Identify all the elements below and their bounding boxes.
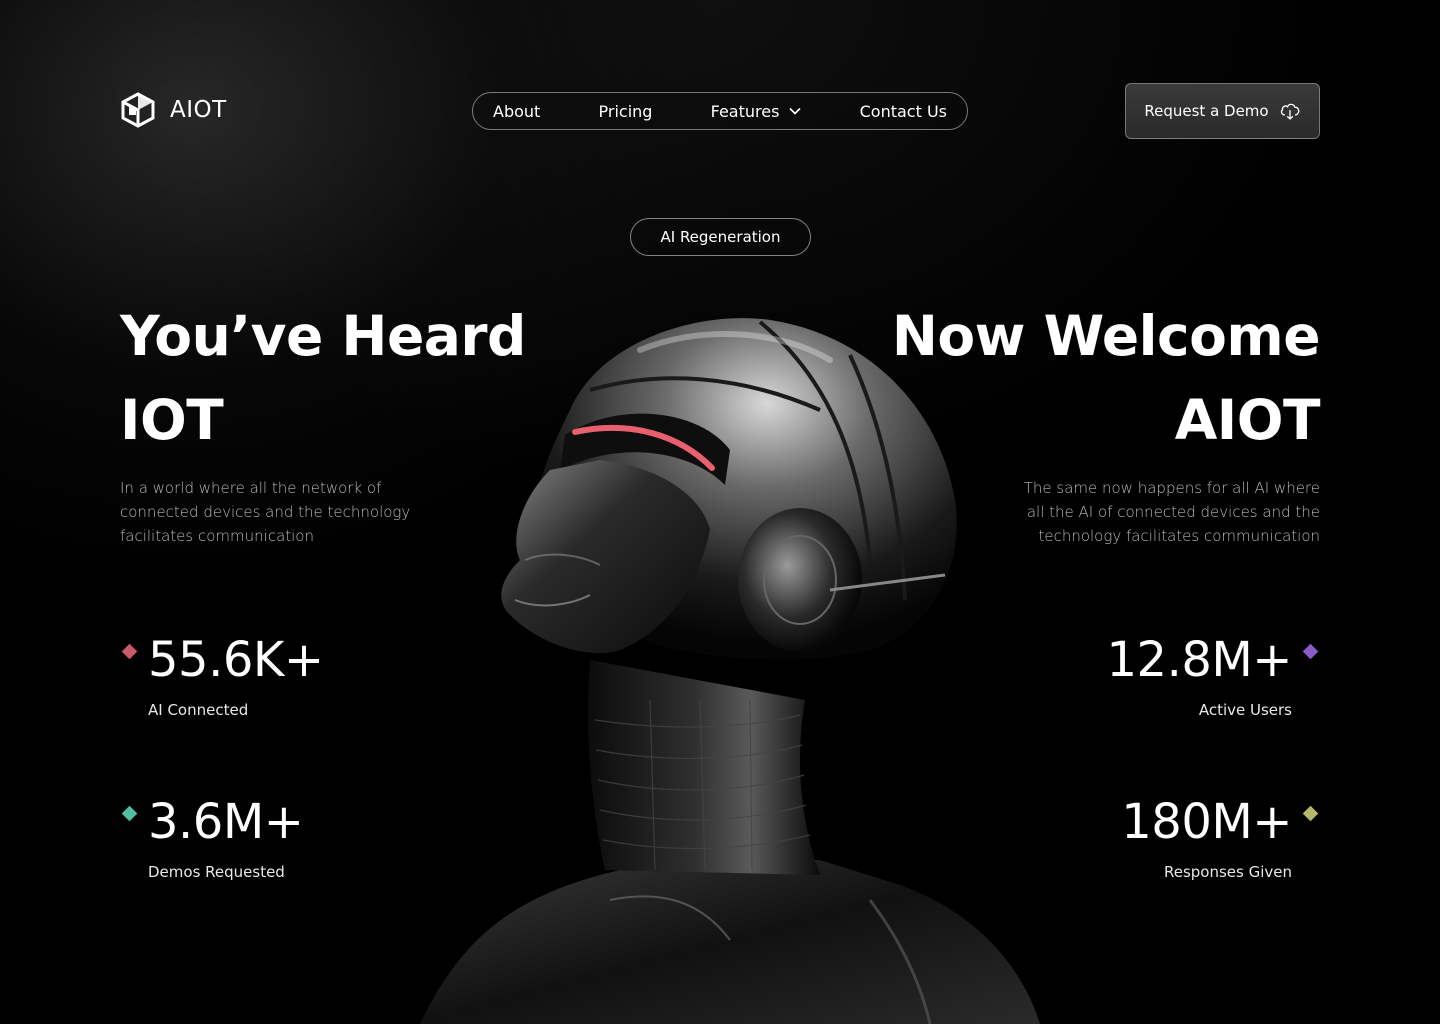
nav-contact[interactable]: Contact Us [860,102,947,121]
chevron-down-icon [789,107,801,115]
stat-diamond-icon [121,643,138,660]
hero-right-description: The same now happens for all AI where al… [1023,479,1320,545]
stat-demos-requested: 3.6M+ Demos Requested [121,794,304,882]
stat-diamond-icon [121,805,138,822]
brand-logo[interactable]: AIOT [120,92,227,128]
request-demo-button[interactable]: Request a Demo [1125,83,1320,139]
brand-name: AIOT [170,97,227,123]
hero-left-line2: IOT [120,388,224,452]
stat-value: 3.6M+ [148,794,304,850]
ai-regeneration-badge[interactable]: AI Regeneration [630,218,811,256]
stat-label: AI Connected [148,701,249,719]
stat-responses-given: 180M+ Responses Given [1121,794,1319,882]
stat-diamond-icon [1302,643,1319,660]
stat-active-users: 12.8M+ Active Users [1106,632,1319,720]
cloud-download-icon [1280,103,1299,120]
stat-label: Responses Given [1163,863,1292,881]
hero-right-heading: Now Welcome AIOT [891,294,1321,462]
stat-value: 180M+ [1121,794,1292,850]
hero-left-description: In a world where all the network of conn… [120,479,411,545]
nav-about[interactable]: About [493,102,540,121]
stat-ai-connected: 55.6K+ AI Connected [121,632,324,720]
cube-logo-icon [121,92,155,128]
hero-left-heading: You’ve Heard IOT [120,294,526,462]
stat-value: 12.8M+ [1106,632,1292,688]
nav-pricing[interactable]: Pricing [599,102,653,121]
stat-diamond-icon [1302,805,1319,822]
stat-value: 55.6K+ [148,632,324,688]
hero-left-line1: You’ve Heard [120,304,526,368]
stat-label: Active Users [1198,701,1292,719]
hero-right-line2: AIOT [1174,388,1321,452]
request-demo-label: Request a Demo [1144,102,1269,120]
nav-features-label: Features [710,101,780,121]
nav-features[interactable]: Features [711,102,802,121]
stat-label: Demos Requested [148,863,285,881]
main-nav: About Pricing Features Contact Us [472,92,968,130]
hero-right-line1: Now Welcome [891,304,1321,368]
